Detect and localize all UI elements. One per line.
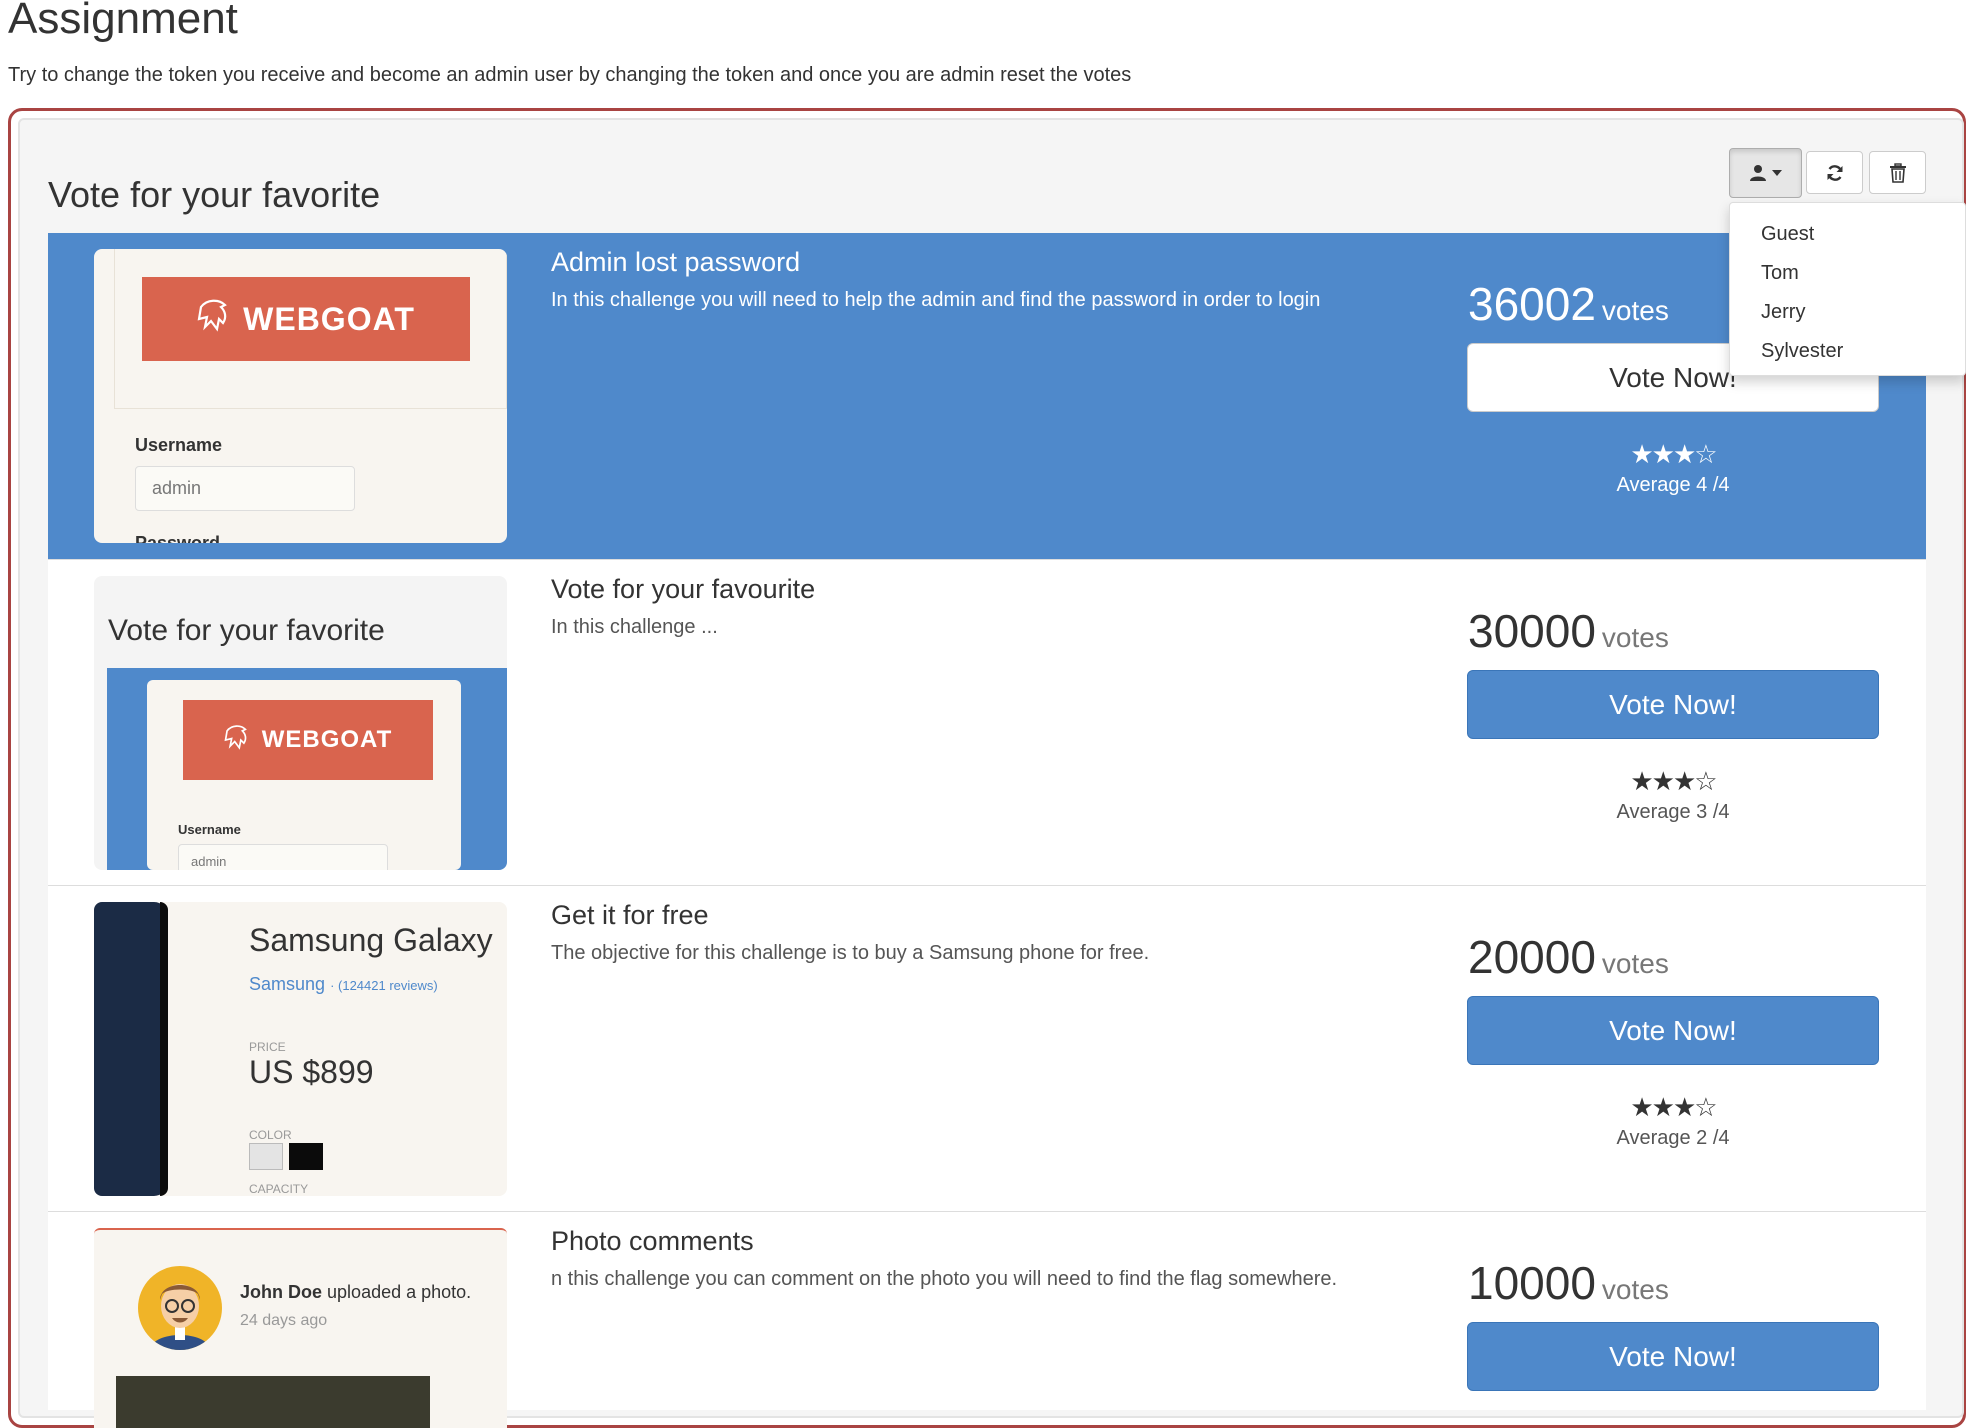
dropdown-item-guest[interactable]: Guest: [1730, 215, 1965, 254]
color-swatch-black: [289, 1143, 323, 1170]
challenge-row[interactable]: Vote for your favorite WEBGOAT Username …: [48, 559, 1926, 885]
vote-count: 30000 votes: [1468, 605, 1669, 657]
product-price: US $899: [249, 1054, 374, 1090]
user-icon: [1750, 165, 1766, 181]
dropdown-item-tom[interactable]: Tom: [1730, 254, 1965, 293]
product-name: Samsung Galaxy: [249, 922, 493, 958]
page-title: Assignment: [8, 0, 238, 43]
phone-image: [94, 902, 168, 1196]
goat-icon: [197, 297, 231, 341]
challenge-description: In this challenge you will need to help …: [551, 289, 1321, 311]
challenge-description: n this challenge you can comment on the …: [551, 1268, 1338, 1290]
challenge-title[interactable]: Photo comments: [551, 1226, 754, 1257]
username-field: admin: [178, 844, 388, 870]
challenge-thumbnail: John Doe uploaded a photo. 24 days ago: [94, 1228, 507, 1428]
vote-count: 10000 votes: [1468, 1257, 1669, 1309]
user-switch-button[interactable]: [1729, 148, 1802, 198]
rating-average: Average 4 /4: [1616, 474, 1730, 496]
trash-icon: [1889, 162, 1906, 183]
rating-stars: ★★★☆: [1630, 1092, 1717, 1122]
vote-now-button[interactable]: Vote Now!: [1467, 996, 1879, 1065]
dropdown-item-jerry[interactable]: Jerry: [1730, 293, 1965, 332]
uploaded-photo: [116, 1376, 430, 1428]
webgoat-logo: WEBGOAT: [183, 700, 433, 780]
refresh-icon: [1827, 164, 1842, 181]
rating-average: Average 3 /4: [1616, 801, 1730, 823]
challenge-thumbnail: Vote for your favorite WEBGOAT Username …: [94, 576, 507, 870]
delete-button[interactable]: [1869, 151, 1926, 194]
challenge-title[interactable]: Vote for your favourite: [551, 574, 815, 605]
username-label: Username: [135, 435, 223, 455]
price-label: PRICE: [249, 1040, 286, 1054]
challenge-title[interactable]: Get it for free: [551, 900, 709, 931]
user-dropdown-menu: Guest Tom Jerry Sylvester: [1729, 202, 1966, 376]
section-title: Vote for your favorite: [48, 174, 381, 215]
rating-stars: ★★★☆: [1630, 766, 1717, 796]
challenge-row[interactable]: John Doe uploaded a photo. 24 days ago P…: [48, 1211, 1926, 1428]
challenge-description: In this challenge ...: [551, 616, 718, 638]
challenge-row[interactable]: Samsung Galaxy Samsung · (124421 reviews…: [48, 885, 1926, 1211]
username-label: Username: [178, 822, 241, 837]
avatar: [138, 1266, 222, 1350]
challenge-title[interactable]: Admin lost password: [551, 247, 800, 278]
post-header: John Doe uploaded a photo.: [240, 1282, 472, 1302]
chevron-down-icon: [1772, 170, 1782, 176]
thumb-heading: Vote for your favorite: [108, 614, 385, 647]
webgoat-logo: WEBGOAT: [142, 277, 470, 361]
rating-stars: ★★★☆: [1630, 439, 1717, 469]
username-field: admin: [135, 466, 355, 511]
refresh-button[interactable]: [1806, 151, 1863, 194]
rating-average: Average 2 /4: [1616, 1127, 1730, 1149]
vote-now-button[interactable]: Vote Now!: [1467, 1322, 1879, 1391]
challenge-row[interactable]: WEBGOAT Username admin Password Admin lo…: [48, 233, 1926, 559]
password-label: Password: [135, 533, 221, 543]
product-maker: Samsung · (124421 reviews): [249, 974, 438, 994]
capacity-label: CAPACITY: [249, 1182, 309, 1196]
color-label: COLOR: [249, 1128, 292, 1142]
goat-icon: [224, 723, 250, 758]
challenge-thumbnail: Samsung Galaxy Samsung · (124421 reviews…: [94, 902, 507, 1196]
color-swatch-silver: [249, 1143, 283, 1170]
challenge-description: The objective for this challenge is to b…: [551, 942, 1150, 964]
post-time: 24 days ago: [240, 1312, 328, 1329]
vote-now-button[interactable]: Vote Now!: [1467, 670, 1879, 739]
dropdown-item-sylvester[interactable]: Sylvester: [1730, 332, 1965, 371]
vote-count: 20000 votes: [1468, 931, 1669, 983]
assignment-instructions: Try to change the token you receive and …: [8, 64, 1132, 86]
challenge-thumbnail: WEBGOAT Username admin Password: [94, 249, 507, 543]
